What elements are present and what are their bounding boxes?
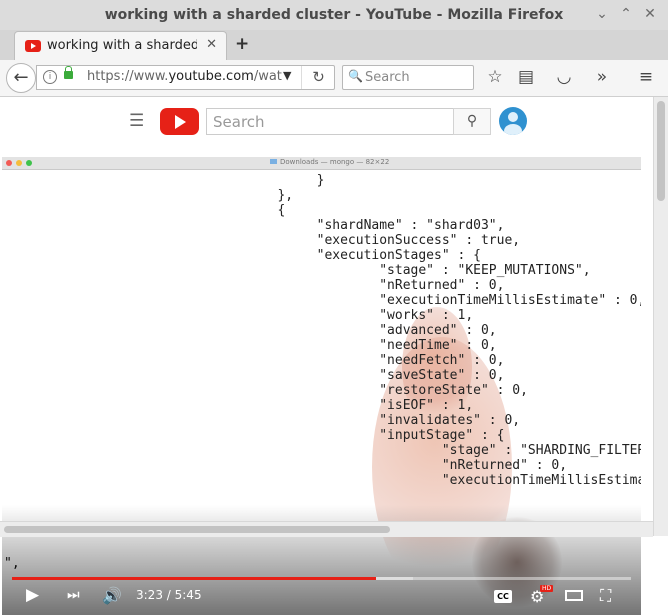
terminal-line: "advanced" : 0,: [254, 323, 497, 338]
terminal-line: "restoreState" : 0,: [254, 383, 528, 398]
window-titlebar: working with a sharded cluster - YouTube…: [0, 0, 668, 31]
captions-icon[interactable]: CC: [494, 590, 512, 603]
youtube-search-input[interactable]: Search: [206, 108, 455, 135]
terminal-line: "isEOF" : 1,: [254, 398, 474, 413]
terminal-line: "shardName" : "shard03",: [254, 218, 505, 233]
terminal-line: "executionStages" : {: [254, 248, 481, 263]
pocket-icon[interactable]: ◡: [554, 67, 574, 87]
progress-played: [12, 577, 376, 580]
tab-close-icon[interactable]: ✕: [206, 37, 217, 52]
url-bar[interactable]: i https://www.youtube.com/watch?v ▼ ↻: [36, 65, 335, 90]
horizontal-scrollbar[interactable]: [0, 521, 653, 537]
menu-hamburger-icon[interactable]: ≡: [636, 67, 656, 87]
play-icon[interactable]: ▶: [26, 585, 39, 605]
vertical-scroll-thumb[interactable]: [657, 101, 665, 201]
bookmark-star-icon[interactable]: ☆: [485, 67, 505, 87]
terminal-line: "executionSuccess" : true,: [254, 233, 521, 248]
next-icon[interactable]: ⏭: [67, 587, 80, 603]
terminal-line: "inputStage" : {: [254, 428, 505, 443]
avatar[interactable]: [499, 107, 527, 135]
close-window-icon[interactable]: ✕: [642, 6, 658, 22]
vertical-scrollbar[interactable]: [653, 97, 668, 536]
terminal-line: "works" : 1,: [254, 308, 474, 323]
youtube-logo[interactable]: [160, 108, 199, 135]
navigation-toolbar: ← i https://www.youtube.com/watch?v ▼ ↻ …: [0, 60, 668, 97]
progress-bar[interactable]: [12, 577, 631, 580]
terminal-line: "stage" : "SHARDING_FILTER: [254, 443, 641, 458]
web-page: ☰ Search ⚲ Downloads — mongo — 82×22 } }…: [0, 97, 653, 615]
maximize-icon[interactable]: ⌃: [618, 6, 634, 22]
guide-menu-icon[interactable]: ☰: [129, 111, 144, 131]
terminal-line: "executionTimeMillisEstimate" : 0,: [254, 293, 641, 308]
url-text[interactable]: https://www.youtube.com/watch?v: [87, 69, 282, 84]
terminal-line: "needFetch" : 0,: [254, 353, 505, 368]
video-player[interactable]: Downloads — mongo — 82×22 } }, { "shardN…: [2, 157, 641, 615]
terminal-line: {: [254, 203, 286, 218]
search-placeholder: Search: [365, 70, 410, 85]
tab-title: working with a sharded cl: [47, 38, 197, 53]
current-time: 3:23: [136, 588, 163, 602]
terminal-line: "needTime" : 0,: [254, 338, 497, 353]
terminal-line: "invalidates" : 0,: [254, 413, 521, 428]
horizontal-scroll-thumb[interactable]: [4, 526, 390, 533]
terminal-line: }: [254, 173, 325, 188]
youtube-search-button[interactable]: ⚲: [453, 108, 491, 135]
new-tab-icon[interactable]: +: [235, 34, 249, 54]
terminal-line: },: [254, 188, 294, 203]
terminal-line: "nReturned" : 0,: [254, 278, 505, 293]
search-icon: 🔍: [348, 69, 363, 83]
site-info-icon[interactable]: i: [43, 70, 57, 84]
volume-icon[interactable]: 🔊: [102, 586, 122, 605]
youtube-header: ☰ Search ⚲: [0, 97, 653, 147]
duration: 5:45: [174, 588, 202, 602]
back-arrow-icon[interactable]: ←: [6, 63, 36, 93]
minimize-icon[interactable]: ⌄: [594, 6, 610, 22]
terminal-line: "stage" : "KEEP_MUTATIONS",: [254, 263, 591, 278]
browser-tab[interactable]: working with a sharded cl ✕: [14, 31, 227, 61]
youtube-favicon-icon: [25, 40, 41, 52]
window-title: working with a sharded cluster - YouTube…: [104, 7, 564, 23]
overflow-chevron-icon[interactable]: »: [592, 67, 612, 87]
fullscreen-icon[interactable]: ⛶: [600, 586, 611, 606]
tab-bar: working with a sharded cl ✕ +: [0, 30, 668, 61]
reading-list-icon[interactable]: ▤: [516, 67, 536, 87]
browser-search-input[interactable]: 🔍 Search: [342, 65, 474, 90]
youtube-search-placeholder: Search: [213, 113, 265, 131]
terminal-line: "executionTimeMillisEstimat: [254, 473, 641, 488]
lock-icon: [64, 66, 73, 79]
reload-icon[interactable]: ↻: [301, 66, 335, 89]
hd-badge: HD: [540, 585, 554, 592]
theater-mode-icon[interactable]: [565, 590, 583, 601]
terminal-line: "saveState" : 0,: [254, 368, 505, 383]
terminal-line: "nReturned" : 0,: [254, 458, 568, 473]
url-dropdown-icon[interactable]: ▼: [283, 69, 291, 82]
time-display: 3:23 / 5:45: [136, 588, 202, 602]
